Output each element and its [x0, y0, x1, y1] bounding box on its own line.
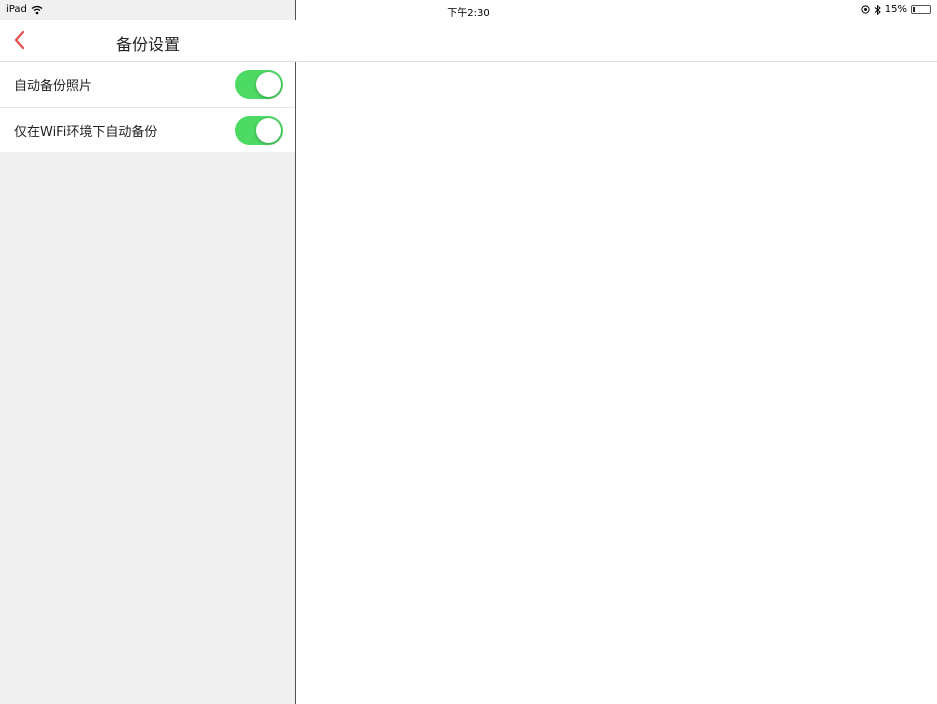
battery-level: [913, 7, 915, 12]
master-panel: 备份设置 自动备份照片 仅在WiFi环境下自动备份: [0, 0, 296, 704]
setting-row-auto-backup: 自动备份照片: [0, 62, 295, 107]
bluetooth-icon: [874, 4, 881, 15]
wifi-only-toggle[interactable]: [235, 116, 283, 145]
battery-icon: [911, 5, 931, 14]
status-bar: iPad 下午2:30 15%: [0, 0, 937, 20]
setting-label: 仅在WiFi环境下自动备份: [14, 124, 158, 140]
setting-label: 自动备份照片: [14, 79, 93, 94]
settings-list: 自动备份照片 仅在WiFi环境下自动备份: [0, 62, 295, 152]
detail-panel: [297, 20, 937, 704]
navigation-bar: 备份设置: [0, 20, 296, 62]
toggle-knob: [256, 118, 281, 143]
toggle-knob: [256, 72, 281, 97]
auto-backup-toggle[interactable]: [235, 70, 283, 99]
status-time: 下午2:30: [447, 8, 490, 19]
detail-header: [297, 20, 937, 62]
battery-percent: 15%: [884, 4, 907, 15]
page-title: 备份设置: [115, 35, 180, 54]
setting-row-wifi-only: 仅在WiFi环境下自动备份: [0, 107, 295, 152]
location-icon: [861, 5, 870, 14]
status-right: 15%: [861, 4, 931, 15]
